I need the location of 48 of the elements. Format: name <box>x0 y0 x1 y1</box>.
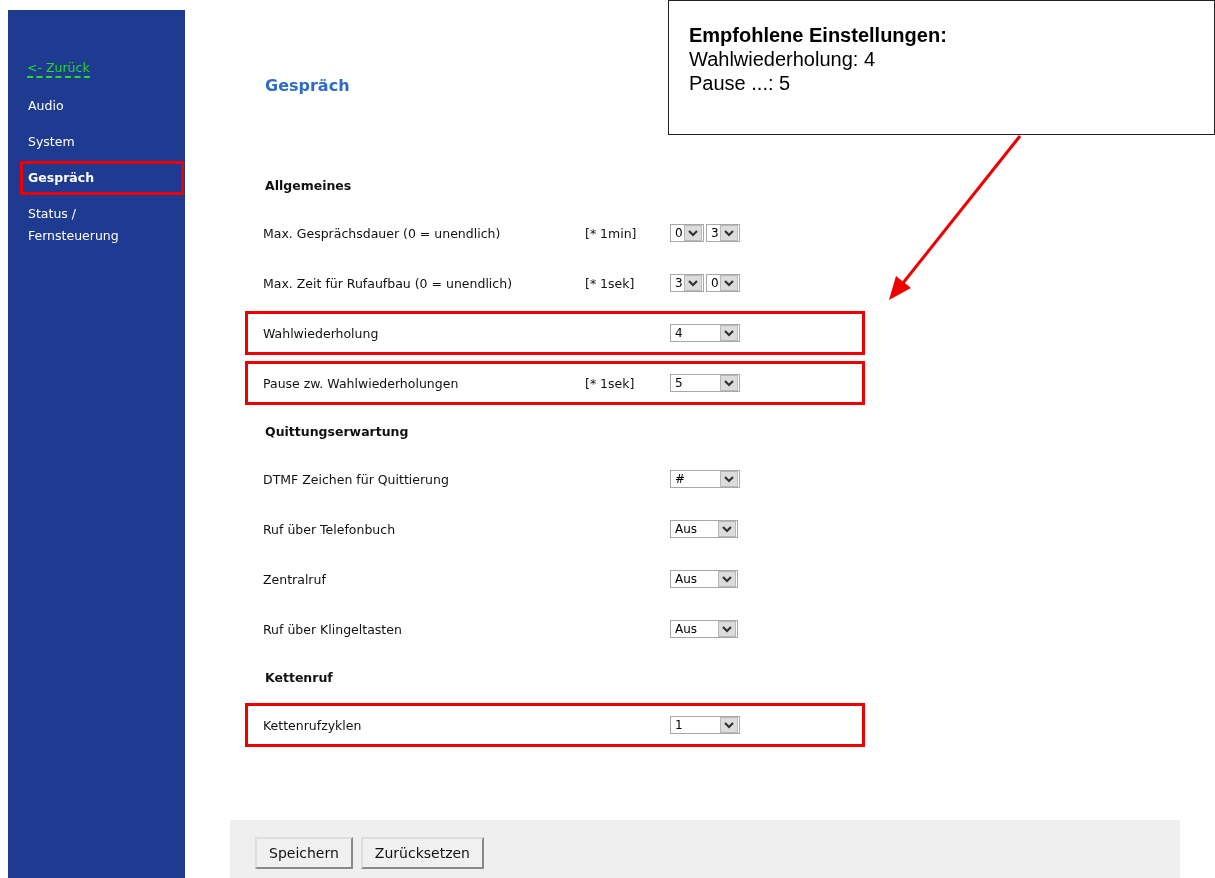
dropdown[interactable]: 3 <box>706 224 740 242</box>
chevron-down-icon <box>718 521 736 537</box>
chevron-down-icon <box>684 225 702 241</box>
chevron-down-icon <box>720 275 738 291</box>
dropdown[interactable]: 5 <box>670 374 740 392</box>
setting-label: Pause zw. Wahlwiederholungen <box>263 375 460 391</box>
setting-label: Max. Gesprächsdauer (0 = unendlich) <box>263 225 502 241</box>
unit-label: [* 1sek] <box>585 275 636 291</box>
section-title: Allgemeines <box>265 177 353 195</box>
back-link[interactable]: <- Zurück <box>27 60 90 78</box>
chevron-down-icon <box>684 275 702 291</box>
dropdown[interactable]: 0 <box>706 274 740 292</box>
chevron-down-icon <box>720 325 738 341</box>
setting-label: Zentralruf <box>263 571 327 587</box>
form-button[interactable]: Zurücksetzen <box>360 837 484 869</box>
unit-label: [* 1sek] <box>585 375 636 391</box>
setting-label: Wahlwiederholung <box>263 325 380 341</box>
chevron-down-icon <box>720 717 738 733</box>
dropdown[interactable]: Aus <box>670 620 738 638</box>
chevron-down-icon <box>718 621 736 637</box>
dropdown[interactable]: # <box>670 470 740 488</box>
unit-label: [* 1min] <box>585 225 638 241</box>
setting-label: Ruf über Telefonbuch <box>263 521 397 537</box>
section-title: Kettenruf <box>265 669 334 687</box>
chevron-down-icon <box>718 571 736 587</box>
sidebar-item[interactable]: Gespräch <box>20 161 184 195</box>
setting-label: Max. Zeit für Rufaufbau (0 = unendlich) <box>263 275 513 291</box>
chevron-down-icon <box>720 471 738 487</box>
setting-label: Ruf über Klingeltasten <box>263 621 403 637</box>
setting-label: Kettenrufzyklen <box>263 717 363 733</box>
form-button[interactable]: Speichern <box>255 837 353 869</box>
chevron-down-icon <box>720 225 738 241</box>
sidebar-item[interactable]: Status / Fernsteuerung <box>20 197 184 253</box>
dropdown[interactable]: 1 <box>670 716 740 734</box>
sidebar-item[interactable]: System <box>20 125 184 159</box>
dropdown[interactable]: 3 <box>670 274 704 292</box>
dropdown[interactable]: Aus <box>670 570 738 588</box>
setting-label: DTMF Zeichen für Quittierung <box>263 471 450 487</box>
page-title: Gespräch <box>265 75 350 97</box>
dropdown[interactable]: 4 <box>670 324 740 342</box>
sidebar-item[interactable]: Audio <box>20 89 184 123</box>
callout-title: Empfohlene Einstellungen: <box>689 23 948 47</box>
dropdown[interactable]: 0 <box>670 224 704 242</box>
section-title: Quittungserwartung <box>265 423 410 441</box>
dropdown[interactable]: Aus <box>670 520 738 538</box>
callout-text: Pause ...: 5 <box>689 71 792 95</box>
chevron-down-icon <box>720 375 738 391</box>
callout-text: Wahlwiederholung: 4 <box>689 47 877 71</box>
